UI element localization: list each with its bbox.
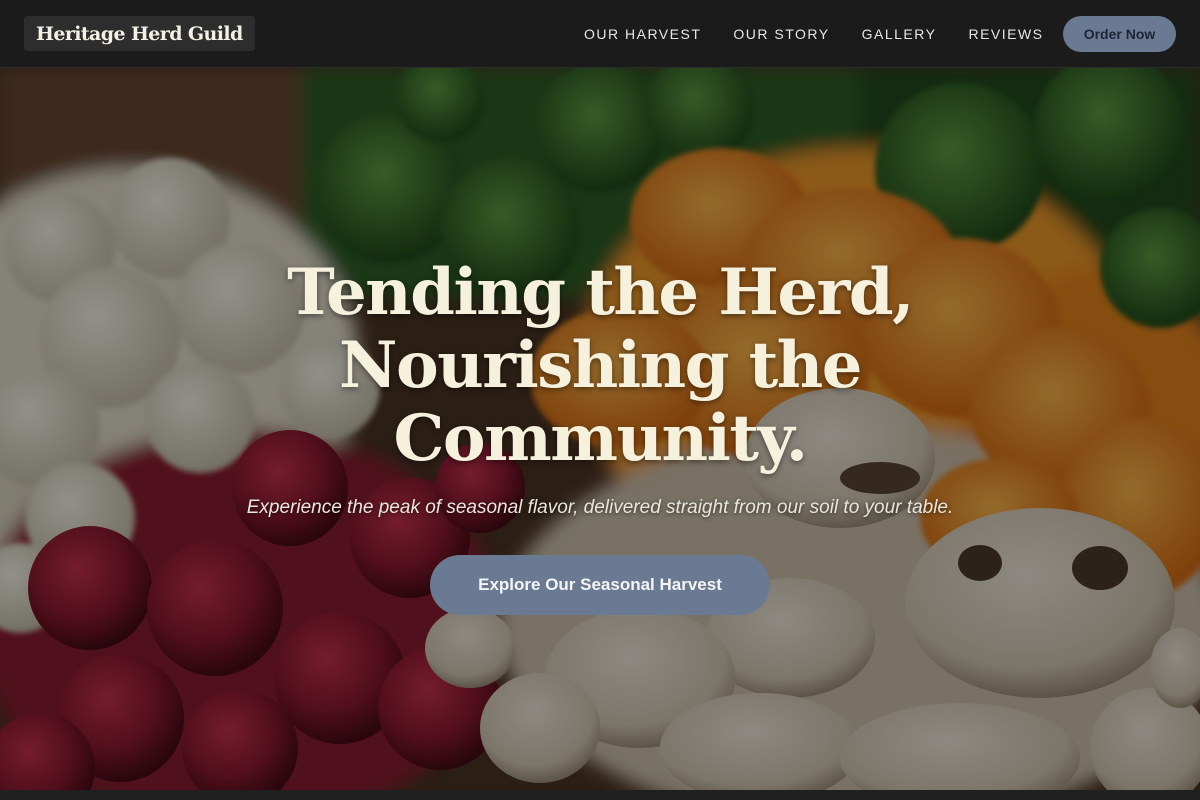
nav-link-reviews[interactable]: REVIEWS	[968, 26, 1043, 42]
nav-link-our-harvest[interactable]: OUR HARVEST	[584, 26, 701, 42]
hero-content: Tending the Herd, Nourishing the Communi…	[0, 68, 1200, 790]
order-now-button[interactable]: Order Now	[1063, 16, 1176, 52]
main-nav: OUR HARVEST OUR STORY GALLERY REVIEWS	[584, 0, 1044, 68]
nav-link-our-story[interactable]: OUR STORY	[733, 26, 829, 42]
nav-link-gallery[interactable]: GALLERY	[862, 26, 937, 42]
explore-harvest-button[interactable]: Explore Our Seasonal Harvest	[430, 555, 770, 615]
page-bottom-edge	[0, 790, 1200, 800]
hero-section: Tending the Herd, Nourishing the Communi…	[0, 68, 1200, 790]
site-logo[interactable]: Heritage Herd Guild	[24, 16, 255, 51]
hero-title: Tending the Herd, Nourishing the Communi…	[287, 255, 914, 476]
site-header: Heritage Herd Guild OUR HARVEST OUR STOR…	[0, 0, 1200, 68]
hero-subtitle: Experience the peak of seasonal flavor, …	[246, 497, 954, 518]
